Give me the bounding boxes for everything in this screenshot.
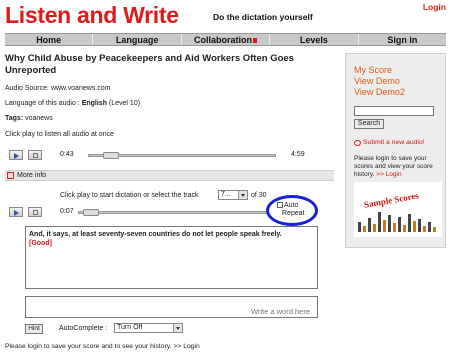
audio-source-label: Audio Source:	[5, 85, 49, 92]
my-score-link[interactable]: My Score	[354, 65, 392, 75]
footer-login-note: Please login to save your score and to s…	[5, 343, 200, 350]
sample-bar	[418, 219, 421, 232]
track-total: of 30	[251, 192, 267, 199]
audio-source: Audio Source: www.voanews.com	[5, 85, 110, 92]
sample-bar	[383, 220, 386, 232]
dictation-output: And, it says, at least seventy-seven cou…	[25, 226, 318, 289]
sample-scores-label: Sample Scores	[363, 190, 420, 210]
audio-icon	[354, 140, 361, 146]
sample-scores-chart[interactable]: Sample Scores	[354, 182, 442, 237]
sample-bar	[403, 225, 406, 232]
sample-bar	[373, 224, 376, 232]
tags-label: Tags:	[5, 115, 24, 122]
chevron-down-icon	[238, 191, 247, 199]
track-current-time: 0:07	[60, 208, 74, 215]
nav-language[interactable]: Language	[93, 34, 182, 45]
sample-bar	[428, 222, 431, 232]
sidebar-login-note: Please login to save your scores and vie…	[354, 155, 444, 179]
audio-language: Language of this audio : English (Level …	[5, 100, 140, 107]
view-demo2-link[interactable]: View Demo2	[354, 87, 405, 97]
play-all-button[interactable]	[9, 150, 23, 160]
track-seek-thumb[interactable]	[83, 209, 99, 216]
audio-source-value: www.voanews.com	[50, 85, 111, 92]
play-icon	[14, 210, 19, 216]
sample-bar	[393, 223, 396, 232]
sample-bar	[363, 226, 366, 232]
highlight-circle	[266, 195, 318, 226]
nav-home[interactable]: Home	[5, 34, 94, 45]
submit-audio-link[interactable]: Submit a new audio!	[363, 139, 425, 146]
write-input[interactable]: Write a word here	[25, 296, 318, 318]
level-text: (Level 10)	[108, 100, 141, 107]
sample-bar	[408, 214, 411, 232]
stop-track-button[interactable]	[28, 207, 42, 217]
autocomplete-label: AutoComplete :	[59, 325, 108, 332]
autocomplete-select[interactable]: Turn Off	[114, 323, 183, 333]
sample-bar	[368, 218, 371, 232]
play-icon	[14, 153, 19, 159]
tags-value[interactable]: voanews	[25, 115, 53, 122]
stop-all-button[interactable]	[28, 150, 42, 160]
sample-bar	[423, 226, 426, 232]
nav-collaboration[interactable]: Collaboration	[182, 34, 271, 45]
stop-icon	[33, 153, 38, 158]
nav-collaboration-label: Collaboration	[194, 35, 253, 45]
language-value: English	[81, 100, 107, 107]
player-all-current-time: 0:43	[60, 151, 74, 158]
sidebar-login-link[interactable]: >> Login	[376, 171, 401, 178]
language-label: Language of this audio :	[5, 100, 80, 107]
chevron-down-icon	[173, 324, 182, 332]
tagline: Do the dictation yourself	[213, 12, 313, 22]
sample-bar	[413, 221, 416, 232]
logo[interactable]: Listen and Write	[5, 2, 179, 29]
more-info-bar[interactable]: More info	[5, 170, 334, 181]
main-nav: Home Language Collaboration Levels Sign …	[5, 33, 446, 46]
play-all-text: Click play to listen all audio at once	[5, 131, 114, 138]
nav-signin[interactable]: Sign in	[359, 34, 446, 45]
article-title: Why Child Abuse by Peacekeepers and Aid …	[5, 53, 294, 76]
dictation-text: And, it says, at least seventy-seven cou…	[29, 231, 282, 238]
sample-chart-bars	[358, 212, 436, 232]
login-link[interactable]: Login	[423, 2, 446, 12]
autocomplete-value: Turn Off	[117, 324, 143, 331]
track-seek-track[interactable]	[78, 211, 268, 214]
sample-bar	[378, 212, 381, 232]
track-select-value: 7...	[221, 191, 231, 198]
stop-icon	[33, 210, 38, 215]
more-info-link[interactable]: More info	[17, 172, 46, 179]
track-prompt: Click play to start dictation or select …	[60, 192, 199, 199]
play-track-button[interactable]	[9, 207, 23, 217]
sample-bar	[388, 215, 391, 232]
write-placeholder: Write a word here	[250, 307, 310, 316]
player-all-total-time: 4:59	[291, 151, 305, 158]
sample-bar	[358, 222, 361, 232]
new-badge-icon	[253, 38, 258, 44]
sample-bar	[398, 217, 401, 232]
search-button[interactable]: Search	[354, 119, 384, 129]
sample-bar	[433, 227, 436, 232]
tags: Tags: voanews	[5, 115, 53, 122]
view-demo-link[interactable]: View Demo	[354, 76, 400, 86]
dictation-status: [Good]	[29, 240, 52, 247]
sidebar: My Score View Demo View Demo2 Search Sub…	[345, 53, 446, 248]
nav-levels[interactable]: Levels	[270, 34, 359, 45]
hint-button[interactable]: Hint	[25, 324, 43, 334]
player-all-seek-thumb[interactable]	[103, 152, 119, 159]
search-input[interactable]	[354, 106, 434, 116]
track-select[interactable]: 7...	[218, 190, 248, 200]
info-icon	[7, 172, 14, 179]
